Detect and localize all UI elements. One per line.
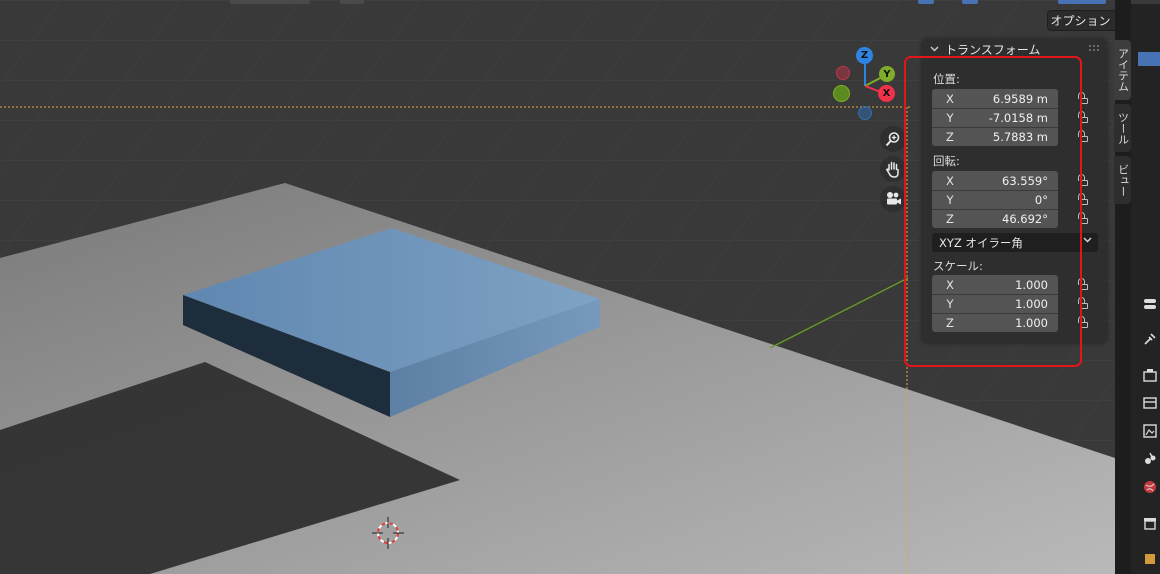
zoom-icon <box>885 132 900 147</box>
options-label: オプション <box>1050 14 1111 28</box>
header-remnant <box>340 0 364 4</box>
scene-icon[interactable] <box>1143 452 1157 466</box>
drag-handle-icon[interactable] <box>1089 45 1099 51</box>
panel-title: トランスフォーム <box>945 42 1041 57</box>
chevron-down-icon <box>1083 237 1092 243</box>
pan-button[interactable] <box>880 156 906 182</box>
highlight-annotation <box>904 56 1082 367</box>
tab-tool-label: ツール <box>1116 111 1130 145</box>
camera-view-button[interactable] <box>880 186 906 212</box>
gizmo-y-label: Y <box>883 68 891 80</box>
header-remnant <box>918 0 934 4</box>
tool-settings-icon[interactable] <box>1143 297 1157 311</box>
gizmo-neg-y-axis[interactable] <box>833 85 850 102</box>
render-icon[interactable] <box>1143 368 1157 382</box>
chevron-down-icon <box>930 46 939 52</box>
world-icon[interactable] <box>1143 480 1157 494</box>
gizmo-x-label: X <box>882 88 891 99</box>
header-remnant <box>962 0 978 4</box>
tab-item[interactable]: アイテム <box>1114 40 1131 100</box>
tab-view[interactable]: ビュー <box>1114 156 1131 204</box>
camera-icon <box>887 192 901 205</box>
tab-tool[interactable]: ツール <box>1114 104 1131 152</box>
gizmo-x-axis[interactable]: X <box>878 85 895 102</box>
object-icon[interactable] <box>1143 552 1157 566</box>
collection-icon[interactable] <box>1143 516 1157 530</box>
options-dropdown[interactable]: オプション <box>1047 10 1115 31</box>
selected-row-highlight <box>1138 52 1160 66</box>
header-remnant <box>230 0 310 4</box>
view-layer-icon[interactable] <box>1143 424 1157 438</box>
tab-view-label: ビュー <box>1116 163 1130 197</box>
gizmo-z-label: Z <box>860 50 869 61</box>
header-remnant <box>1058 0 1106 4</box>
gizmo-neg-z-axis[interactable] <box>858 106 872 120</box>
gizmo-y-axis[interactable]: Y <box>879 66 895 82</box>
tab-item-label: アイテム <box>1116 48 1130 92</box>
gizmo-neg-x-axis[interactable] <box>836 66 850 80</box>
gizmo-z-axis[interactable]: Z <box>856 47 873 64</box>
hand-icon <box>885 161 899 178</box>
zoom-button[interactable] <box>880 126 906 152</box>
wrench-icon[interactable] <box>1143 332 1157 346</box>
output-icon[interactable] <box>1143 396 1157 410</box>
strip-top <box>1131 0 1160 4</box>
